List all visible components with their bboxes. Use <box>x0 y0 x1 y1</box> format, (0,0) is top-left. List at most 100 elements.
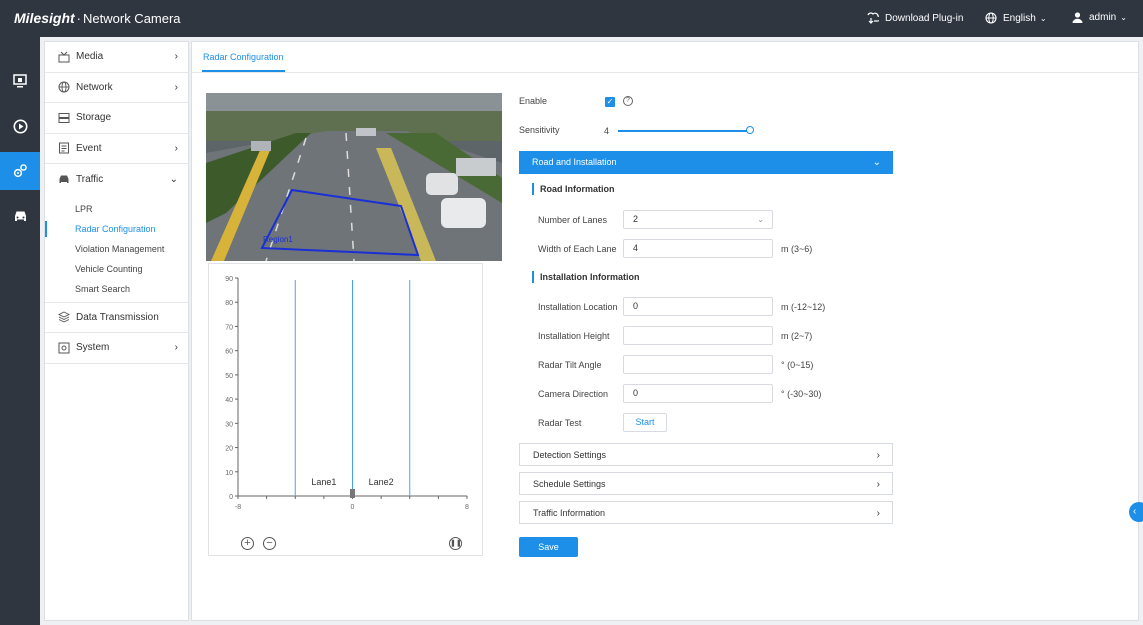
live-view-button[interactable] <box>0 62 40 100</box>
download-plugin-link[interactable]: Download Plug-in <box>866 12 963 24</box>
storage-icon <box>57 111 70 124</box>
sensitivity-slider[interactable] <box>618 130 753 132</box>
vehicle-icon <box>14 211 26 221</box>
x-tick-label: -8 <box>235 504 241 511</box>
installation-height-label: Installation Height <box>538 331 610 341</box>
traffic-button[interactable] <box>0 197 40 235</box>
left-rail <box>0 37 40 625</box>
radar-test-start-button[interactable]: Start <box>623 413 667 432</box>
radar-test-label: Radar Test <box>538 418 582 428</box>
language-label: English <box>1003 12 1036 24</box>
tilt-angle-input[interactable] <box>623 355 773 374</box>
tilt-angle-label: Radar Tilt Angle <box>538 360 602 370</box>
plugin-icon <box>867 12 879 24</box>
sidebar-subitem-vehicle-counting[interactable]: Vehicle Counting <box>45 259 188 279</box>
globe-icon <box>985 12 997 24</box>
installation-height-unit: m (2~7) <box>781 331 813 341</box>
chevron-right-icon: › <box>174 342 178 354</box>
sidebar-item-network[interactable]: Network › <box>45 73 188 103</box>
y-tick-label: 20 <box>225 446 233 453</box>
lanes-select[interactable]: 2 ⌄ <box>623 210 773 229</box>
schedule-settings-section[interactable]: Schedule Settings › <box>519 472 893 495</box>
product-name: Network Camera <box>83 11 181 26</box>
sensitivity-slider-handle[interactable] <box>746 126 754 134</box>
section-title: Traffic Information <box>533 508 606 518</box>
sidebar-item-label: Event <box>76 142 102 154</box>
sidebar-subitem-radar-configuration[interactable]: Radar Configuration <box>45 219 188 239</box>
zoom-out-button[interactable]: − <box>263 537 276 550</box>
user-label: admin <box>1089 12 1117 23</box>
layers-icon <box>57 311 70 324</box>
help-icon[interactable]: ? <box>623 96 633 106</box>
car-icon <box>57 173 70 186</box>
section-title: Road and Installation <box>532 157 617 167</box>
y-tick-label: 30 <box>225 421 233 428</box>
top-bar: Milesight · Network Camera Download Plug-i… <box>0 0 1143 37</box>
chevron-down-icon: ⌄ <box>169 173 178 185</box>
chevron-left-icon: ‹ <box>1133 506 1137 517</box>
pause-button[interactable]: ❚❚ <box>449 537 462 550</box>
y-tick-label: 0 <box>229 494 233 501</box>
camera-direction-input[interactable]: 0 <box>623 384 773 403</box>
sidebar-item-traffic[interactable]: Traffic ⌄ <box>45 164 188 195</box>
road-information-title: Road Information <box>532 183 615 195</box>
sidebar-subitem-lpr[interactable]: LPR <box>45 199 188 219</box>
sidebar-item-event[interactable]: Event › <box>45 134 188 164</box>
settings-button[interactable] <box>0 152 40 190</box>
sidebar-subitem-smart-search[interactable]: Smart Search <box>45 279 188 299</box>
sidebar-subitem-violation-management[interactable]: Violation Management <box>45 239 188 259</box>
lane-label: Lane2 <box>369 477 394 487</box>
pause-icon: ❚❚ <box>450 540 462 547</box>
globe-icon <box>57 81 70 94</box>
installation-location-unit: m (-12~12) <box>781 302 826 312</box>
y-tick-label: 70 <box>225 324 233 331</box>
sidebar-item-label: Data Transmission <box>76 311 159 323</box>
app-logo: Milesight · Network Camera <box>14 10 181 26</box>
sidebar-item-media[interactable]: Media › <box>45 42 188 73</box>
chevron-down-icon: ⌄ <box>1039 13 1047 23</box>
camera-direction-label: Camera Direction <box>538 389 609 399</box>
sidebar-item-label: Storage <box>76 112 112 124</box>
sidebar-item-storage[interactable]: Storage <box>45 103 188 134</box>
user-menu[interactable]: admin ⌄ <box>1072 12 1127 23</box>
lane-width-input[interactable]: 4 <box>623 239 773 258</box>
installation-height-input[interactable] <box>623 326 773 345</box>
lanes-value: 2 <box>633 214 639 224</box>
chevron-right-icon: › <box>876 479 880 490</box>
traffic-submenu: LPR Radar Configuration Violation Manage… <box>45 195 188 303</box>
sidebar-item-label: Traffic <box>76 173 104 185</box>
y-tick-label: 90 <box>225 276 233 283</box>
section-title: Detection Settings <box>533 450 607 460</box>
tilt-angle-unit: ° (0~15) <box>781 360 814 370</box>
radar-track-panel: 0 10 20 30 40 50 60 70 80 90 -8 0 8 Lane1 Lane2 + − ❚❚ <box>208 263 483 556</box>
traffic-information-section[interactable]: Traffic Information › <box>519 501 893 524</box>
camera-direction-unit: ° (-30~30) <box>781 389 822 399</box>
installation-location-input[interactable]: 0 <box>623 297 773 316</box>
sensitivity-value: 4 <box>604 126 610 136</box>
playback-button[interactable] <box>0 107 40 145</box>
zoom-in-button[interactable]: + <box>241 537 254 550</box>
settings-icon <box>13 164 27 178</box>
camera-preview[interactable]: Region1 <box>206 93 502 261</box>
lane-width-label: Width of Each Lane <box>538 244 617 254</box>
collapse-panel-button[interactable]: ‹ <box>1129 502 1143 522</box>
event-icon <box>57 142 70 155</box>
y-tick-label: 50 <box>225 373 233 380</box>
monitor-icon <box>13 74 27 88</box>
camera-scene: Region1 <box>206 93 502 261</box>
system-icon <box>57 341 70 354</box>
tab-radar-configuration[interactable]: Radar Configuration <box>202 42 285 72</box>
sidebar-item-system[interactable]: System › <box>45 333 188 364</box>
sidebar-item-data-transmission[interactable]: Data Transmission <box>45 303 188 333</box>
chevron-down-icon: ⌄ <box>872 157 881 168</box>
chevron-down-icon: ⌄ <box>1120 13 1127 22</box>
x-tick-label: 0 <box>351 504 355 511</box>
detection-settings-section[interactable]: Detection Settings › <box>519 443 893 466</box>
y-tick-label: 40 <box>225 397 233 404</box>
save-button[interactable]: Save <box>519 537 578 557</box>
region-label: Region1 <box>263 235 293 244</box>
enable-checkbox[interactable]: ✓ <box>605 97 615 107</box>
language-selector[interactable]: English ⌄ <box>985 12 1047 24</box>
road-installation-section[interactable]: Road and Installation ⌄ <box>519 151 893 174</box>
x-tick-label: 8 <box>465 504 469 511</box>
